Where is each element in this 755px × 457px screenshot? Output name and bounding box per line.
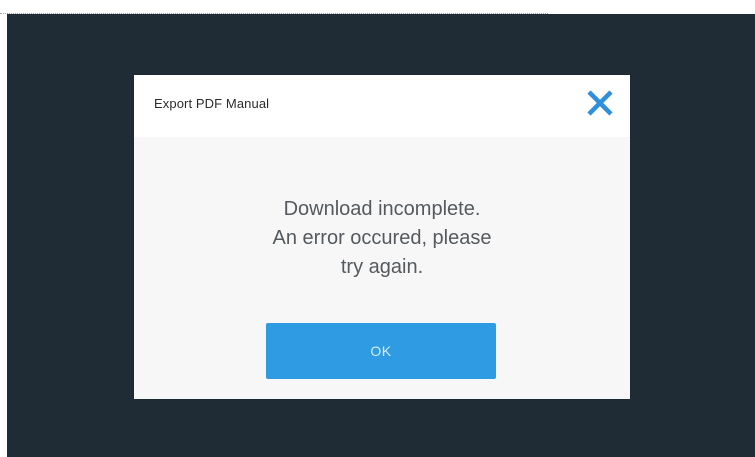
message-line-1: Download incomplete. [283, 198, 481, 220]
message-line-3: try again. [340, 256, 424, 278]
message-line-2: An error occured, please [272, 227, 492, 249]
export-pdf-dialog: Export PDF Manual Download incomplete. A… [134, 75, 630, 399]
screen: Export PDF Manual Download incomplete. A… [0, 0, 755, 457]
ok-button[interactable]: OK [266, 323, 496, 379]
dialog-body: Download incomplete. An error occured, p… [134, 137, 630, 399]
close-button[interactable] [584, 87, 616, 119]
close-icon [587, 90, 613, 116]
error-message: Download incomplete. An error occured, p… [182, 195, 582, 282]
dialog-title: Export PDF Manual [154, 96, 270, 111]
dialog-header: Export PDF Manual [134, 75, 630, 137]
